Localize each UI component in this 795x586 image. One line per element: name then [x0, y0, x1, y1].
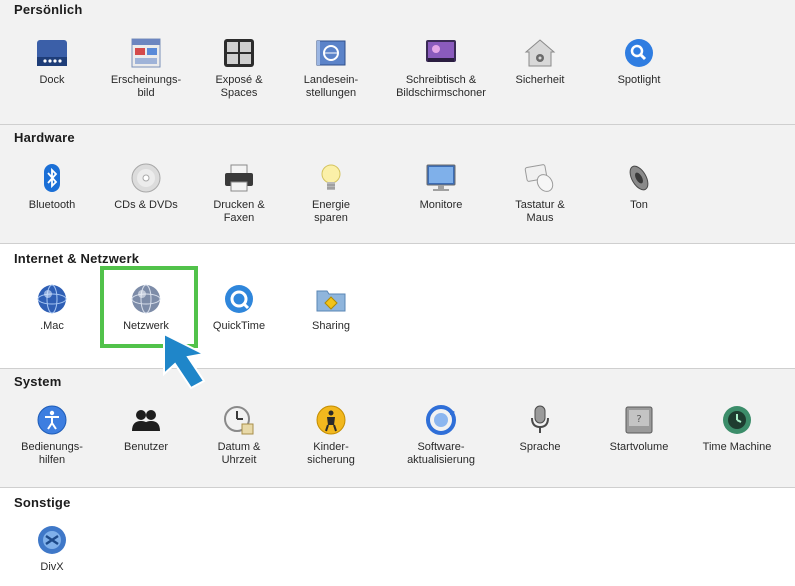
- monitor-icon: [423, 161, 459, 195]
- section-title-persoenlich: Persönlich: [14, 2, 83, 17]
- desktop-screensaver-icon: [423, 36, 459, 70]
- keyboard-mouse-icon: [522, 161, 558, 195]
- pane-label: DivX: [40, 561, 64, 573]
- pane-label: Sprache: [519, 441, 561, 453]
- pref-bluetooth[interactable]: Bluetooth: [4, 161, 100, 212]
- pane-label: Sharing: [312, 320, 350, 332]
- pref-print-fax[interactable]: Drucken & Faxen: [191, 161, 287, 225]
- lightbulb-icon: [313, 161, 349, 195]
- pane-label: Startvolume: [609, 441, 669, 453]
- accessibility-icon: [34, 403, 70, 437]
- pane-label: Landesein- stellungen: [303, 74, 359, 99]
- pref-accessibility[interactable]: Bedienungs- hilfen: [4, 403, 100, 467]
- parental-controls-icon: [313, 403, 349, 437]
- pane-label: Tastatur & Maus: [515, 199, 565, 224]
- pane-label: .Mac: [40, 320, 64, 332]
- time-machine-icon: [719, 403, 755, 437]
- pref-energy[interactable]: Energie sparen: [283, 161, 379, 225]
- startup-disk-icon: ?: [621, 403, 657, 437]
- pref-keyboard-mouse[interactable]: Tastatur & Maus: [492, 161, 588, 225]
- pane-label: Datum & Uhrzeit: [217, 441, 261, 466]
- pane-label: Drucken & Faxen: [213, 199, 265, 224]
- printer-icon: [221, 161, 257, 195]
- users-icon: [128, 403, 164, 437]
- speaker-icon: [621, 161, 657, 195]
- quicktime-icon: [221, 282, 257, 316]
- pane-label: Erscheinungs- bild: [110, 74, 182, 99]
- pane-label: Monitore: [419, 199, 463, 211]
- software-update-icon: [423, 403, 459, 437]
- pointer-arrow-icon: [163, 332, 208, 390]
- pane-label: Bluetooth: [28, 199, 76, 211]
- pane-label: Ton: [630, 199, 648, 211]
- security-house-icon: [522, 36, 558, 70]
- spotlight-icon: [621, 36, 657, 70]
- section-title-system: System: [14, 374, 62, 389]
- pref-desktop-screensaver[interactable]: Schreibtisch & Bildschirmschoner: [393, 36, 489, 100]
- pref-sound[interactable]: Ton: [591, 161, 687, 212]
- international-icon: [313, 36, 349, 70]
- pref-spotlight[interactable]: Spotlight: [591, 36, 687, 87]
- pref-security[interactable]: Sicherheit: [492, 36, 588, 87]
- pane-label: Energie sparen: [312, 199, 350, 224]
- pref-dock[interactable]: Dock: [4, 36, 100, 87]
- dock-icon: [34, 36, 70, 70]
- pane-label: Schreibtisch & Bildschirmschoner: [396, 74, 486, 99]
- section-title-internet: Internet & Netzwerk: [14, 251, 140, 266]
- pref-appearance[interactable]: Erscheinungs- bild: [98, 36, 194, 100]
- pref-accounts[interactable]: Benutzer: [98, 403, 194, 454]
- clock-icon: [221, 403, 257, 437]
- pane-label: Software- aktualisierung: [407, 441, 475, 466]
- pane-label: Time Machine: [702, 441, 772, 453]
- dotmac-globe-icon: [34, 282, 70, 316]
- pane-label: Sicherheit: [515, 74, 565, 86]
- pref-quicktime[interactable]: QuickTime: [191, 282, 287, 333]
- svg-text:?: ?: [636, 414, 641, 425]
- pref-date-time[interactable]: Datum & Uhrzeit: [191, 403, 287, 467]
- pref-software-update[interactable]: Software- aktualisierung: [393, 403, 489, 467]
- pref-divx[interactable]: DivX: [4, 523, 100, 574]
- cd-dvd-icon: [128, 161, 164, 195]
- pane-label: Kinder- sicherung: [307, 441, 355, 466]
- pref-sharing[interactable]: Sharing: [283, 282, 379, 333]
- sharing-folder-icon: [313, 282, 349, 316]
- pane-label: Dock: [39, 74, 65, 86]
- divx-icon: [34, 523, 70, 557]
- pref-parental-controls[interactable]: Kinder- sicherung: [283, 403, 379, 467]
- bluetooth-icon: [34, 161, 70, 195]
- pref-time-machine[interactable]: Time Machine: [689, 403, 785, 454]
- section-title-sonstige: Sonstige: [14, 495, 71, 510]
- pane-label: Spotlight: [617, 74, 661, 86]
- pref-startup-disk[interactable]: ? Startvolume: [591, 403, 687, 454]
- pref-speech[interactable]: Sprache: [492, 403, 588, 454]
- pref-cds-dvds[interactable]: CDs & DVDs: [98, 161, 194, 212]
- expose-spaces-icon: [221, 36, 257, 70]
- pref-dotmac[interactable]: .Mac: [4, 282, 100, 333]
- pane-label: Benutzer: [123, 441, 169, 453]
- pref-expose-spaces[interactable]: Exposé & Spaces: [191, 36, 287, 100]
- pane-label: Bedienungs- hilfen: [21, 441, 83, 466]
- pane-label: CDs & DVDs: [114, 199, 178, 211]
- pane-label: Exposé & Spaces: [215, 74, 263, 99]
- pref-displays[interactable]: Monitore: [393, 161, 489, 212]
- microphone-icon: [522, 403, 558, 437]
- section-sonstige: Sonstige: [0, 488, 795, 586]
- pref-international[interactable]: Landesein- stellungen: [283, 36, 379, 100]
- section-title-hardware: Hardware: [14, 130, 75, 145]
- appearance-icon: [128, 36, 164, 70]
